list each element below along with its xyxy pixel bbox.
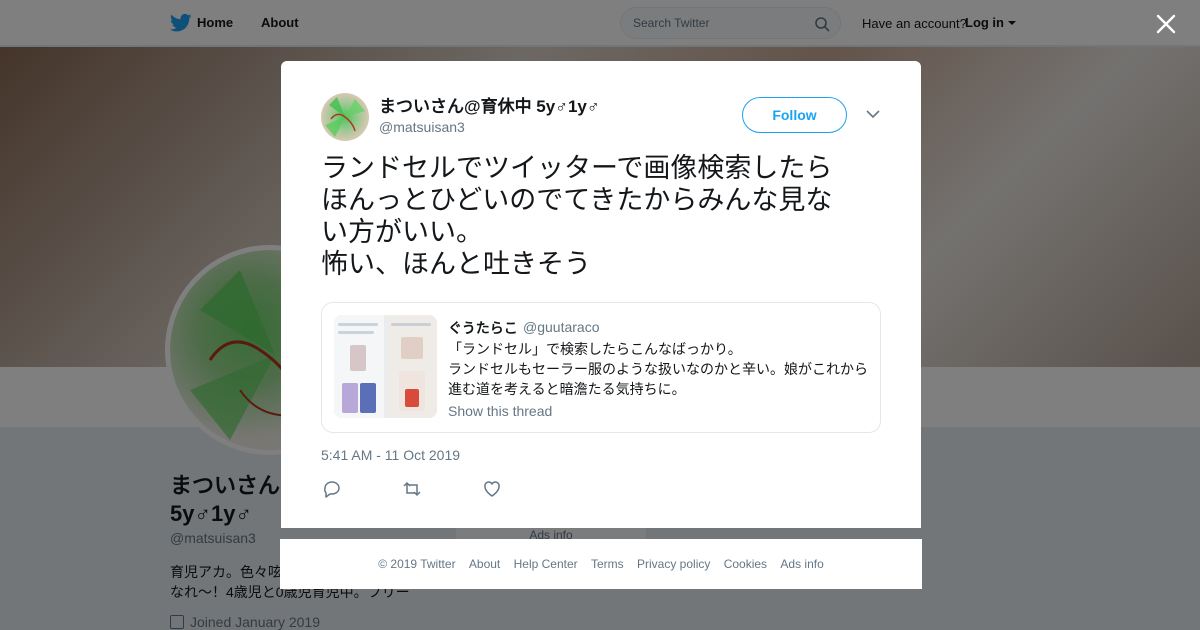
tweet-modal: まついさん@育休中 5y♂1y♂ @matsuisan3 Follow ランドセ… — [281, 61, 921, 528]
show-thread-link[interactable]: Show this thread — [448, 403, 552, 419]
tweet-timestamp[interactable]: 5:41 AM - 11 Oct 2019 — [321, 447, 460, 463]
retweet-icon[interactable] — [402, 479, 422, 499]
footer-link-cookies[interactable]: Cookies — [724, 557, 767, 571]
tweet-text-line: ランドセルでツイッターで画像検索したら — [321, 153, 833, 184]
quoted-text-line: 進む道を考えると暗澹たる気持ちに。 — [448, 382, 686, 398]
tweet-text: ランドセルでツイッターで画像検索したら ほんっとひどいのでてきたからみんな見な … — [321, 153, 881, 281]
tweet-text-line: 怖い、ほんと吐きそう — [321, 249, 591, 280]
quoted-text-line: 「ランドセル」で検索したらこんなばっかり。 — [448, 342, 742, 358]
quoted-tweet[interactable]: ぐうたらこ @guutaraco 「ランドセル」で検索したらこんなばっかり。 ラ… — [321, 302, 881, 433]
tweet-text-line: ほんっとひどいのでてきたからみんな見な — [321, 185, 833, 216]
footer-link-privacy[interactable]: Privacy policy — [637, 557, 710, 571]
quoted-author-name[interactable]: ぐうたらこ — [448, 318, 518, 338]
author-name[interactable]: まついさん@育休中 5y♂1y♂ — [379, 92, 600, 117]
author-handle[interactable]: @matsuisan3 — [379, 119, 465, 135]
like-icon[interactable] — [482, 479, 502, 499]
close-icon[interactable] — [1155, 13, 1177, 35]
quoted-tweet-image[interactable] — [334, 315, 437, 418]
reply-icon[interactable] — [322, 479, 342, 499]
modal-footer: © 2019 Twitter About Help Center Terms P… — [280, 539, 922, 589]
tweet-text-line: い方がいい。 — [321, 217, 483, 248]
thumb-left-panel — [334, 315, 384, 418]
footer-copyright: © 2019 Twitter — [378, 557, 456, 571]
footer-link-about[interactable]: About — [469, 557, 500, 571]
chevron-down-icon[interactable] — [866, 109, 880, 119]
author-avatar[interactable] — [321, 93, 369, 141]
follow-button[interactable]: Follow — [742, 97, 847, 133]
footer-link-ads-info[interactable]: Ads info — [780, 557, 823, 571]
thumb-right-panel — [387, 315, 437, 418]
footer-links: © 2019 Twitter About Help Center Terms P… — [280, 557, 922, 571]
footer-link-terms[interactable]: Terms — [591, 557, 624, 571]
footer-link-help-center[interactable]: Help Center — [514, 557, 578, 571]
quoted-author-handle[interactable]: @guutaraco — [523, 319, 599, 335]
quoted-text-line: ランドセルもセーラー服のような扱いなのかと辛い。娘がこれから — [448, 362, 868, 378]
